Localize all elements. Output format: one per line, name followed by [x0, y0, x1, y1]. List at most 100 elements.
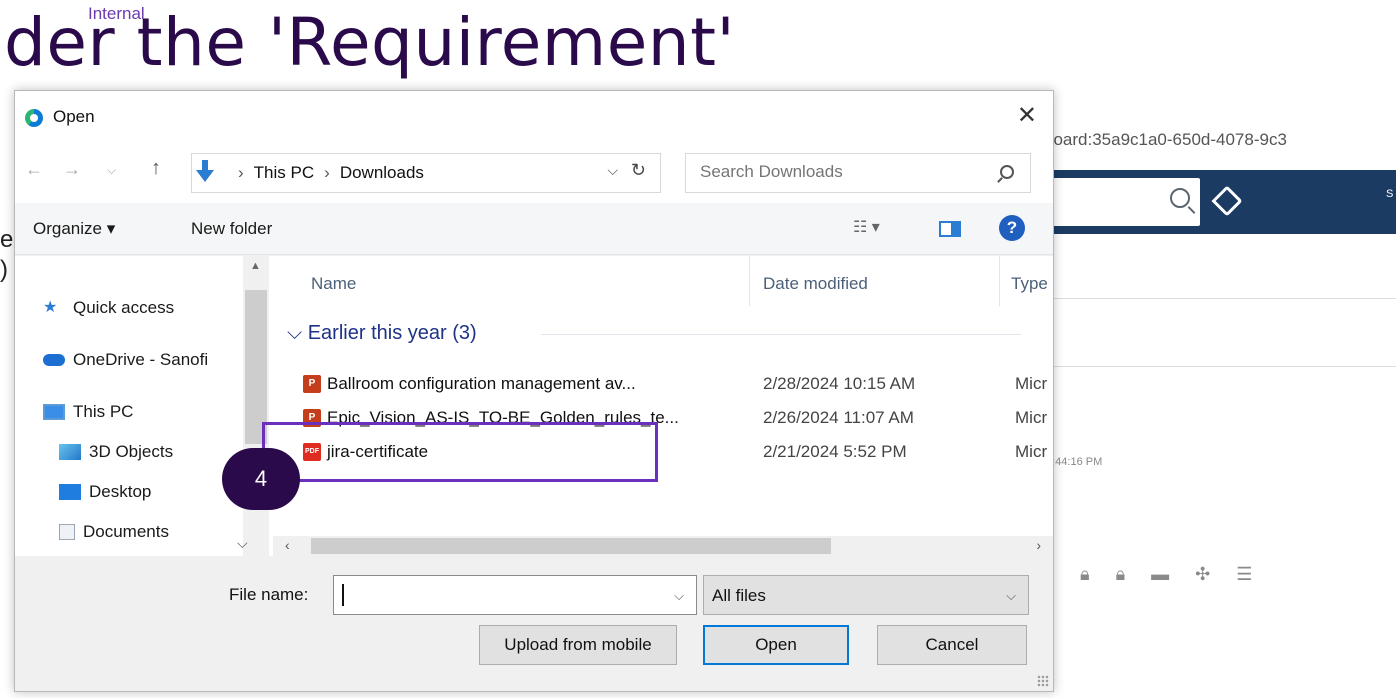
search-icon [1170, 188, 1190, 208]
documents-icon [59, 524, 75, 540]
background-header-letter: S [1386, 188, 1394, 200]
file-list: Name Date modified Type ⌵ Earlier this y… [273, 256, 1053, 556]
column-divider[interactable] [999, 256, 1000, 306]
horizontal-scrollbar[interactable]: ‹ › [273, 536, 1053, 556]
highlight-box [262, 422, 658, 482]
file-date: 2/26/2024 11:07 AM [763, 408, 914, 427]
organize-button[interactable]: Organize ▾ [33, 219, 115, 239]
nav-item-label: Quick access [73, 298, 175, 317]
chevron-down-icon[interactable]: ⌵ [607, 162, 618, 179]
star-icon: ★ [43, 299, 58, 316]
background-divider [1040, 366, 1396, 367]
step-badge: 4 [222, 448, 300, 510]
scroll-left-icon[interactable]: ‹ [285, 537, 290, 553]
preview-pane-icon[interactable] [939, 221, 961, 237]
breadcrumb-downloads[interactable]: Downloads [340, 163, 424, 182]
refresh-icon[interactable]: ↻ [631, 160, 646, 181]
file-type: Micr [1015, 408, 1048, 427]
powerpoint-file-icon: P [303, 375, 321, 393]
lock-icon[interactable]: 🔒︎ [1116, 564, 1126, 585]
nav-item-desktop[interactable]: Desktop [59, 482, 151, 502]
search-input[interactable] [700, 162, 980, 182]
file-type: Micr [1015, 442, 1048, 461]
dialog-titlebar: Open ✕ [15, 91, 1053, 143]
comment-icon[interactable]: ▬ [1151, 564, 1169, 585]
up-arrow-icon[interactable]: ↑ [151, 157, 161, 180]
file-date: 2/21/2024 5:52 PM [763, 442, 907, 461]
desktop-folder-icon [59, 484, 81, 500]
help-icon[interactable]: ? [999, 215, 1025, 241]
background-search-box[interactable] [1042, 178, 1200, 226]
background-url[interactable]: board:35a9c1a0-650d-4078-9c3 [1044, 130, 1287, 150]
background-divider [1040, 298, 1396, 299]
open-file-dialog: Open ✕ ← → ⌵ ↑ ›This PC›Downloads ⌵ ↻ Or… [14, 90, 1054, 692]
address-bar[interactable]: › This PC › Downloads ⌵ ↻ [191, 153, 661, 193]
column-header-type[interactable]: Type [1011, 274, 1048, 294]
scroll-thumb[interactable] [245, 290, 267, 444]
nav-item-documents[interactable]: Documents [59, 522, 169, 542]
slide-left-fragment-1: e [0, 226, 14, 253]
dialog-toolbar: Organize ▾ New folder ☷ ▾ ? [15, 203, 1053, 255]
nav-item-this-pc[interactable]: This PC [43, 402, 133, 422]
file-type-filter[interactable]: All files ⌵ [703, 575, 1029, 615]
download-folder-icon [196, 160, 214, 182]
dialog-title: Open [53, 107, 95, 126]
chevron-down-icon[interactable]: ⌵ [1006, 588, 1016, 604]
new-folder-button[interactable]: New folder [191, 219, 272, 239]
nav-scrollbar[interactable]: ▲ [243, 256, 269, 556]
search-box[interactable] [685, 153, 1031, 193]
file-date: 2/28/2024 10:15 AM [763, 374, 916, 393]
file-row[interactable]: P Ballroom configuration management av...… [303, 368, 1053, 400]
move-icon[interactable]: ✣ [1195, 564, 1210, 585]
chevron-down-icon[interactable]: ⌵ [674, 588, 684, 604]
scroll-thumb[interactable] [311, 538, 831, 554]
cancel-button[interactable]: Cancel [877, 625, 1027, 665]
back-arrow-icon[interactable]: ← [25, 159, 43, 180]
list-icon[interactable]: ☰ [1236, 564, 1252, 585]
text-cursor [342, 584, 344, 606]
navigation-row: ← → ⌵ ↑ › This PC › Downloads ⌵ ↻ [15, 143, 1053, 203]
file-name-label: File name: [229, 585, 309, 604]
column-header-name[interactable]: Name [311, 274, 356, 294]
breadcrumb-this-pc[interactable]: This PC [254, 163, 314, 182]
scroll-up-icon[interactable]: ▲ [250, 260, 261, 272]
group-divider [541, 334, 1021, 335]
scroll-right-icon[interactable]: › [1036, 537, 1041, 553]
group-header[interactable]: ⌵ Earlier this year (3) [287, 322, 477, 345]
nav-item-label: Documents [83, 522, 169, 541]
background-timestamp: 2:44:16 PM [1046, 456, 1103, 468]
file-name: Ballroom configuration management av... [327, 374, 636, 393]
nav-scroll-down-icon[interactable]: ⌵ [237, 535, 248, 552]
search-icon[interactable] [1000, 165, 1014, 179]
file-name-cell: P Ballroom configuration management av... [303, 374, 636, 394]
internal-label: Internal [88, 4, 145, 23]
file-type: Micr [1015, 374, 1048, 393]
nav-item-label: Desktop [89, 482, 152, 501]
nav-item-3d-objects[interactable]: 3D Objects [59, 442, 173, 462]
column-header-date-modified[interactable]: Date modified [763, 274, 868, 294]
group-label: Earlier this year (3) [307, 322, 477, 344]
breadcrumb: › This PC › Downloads [238, 163, 424, 182]
nav-item-label: 3D Objects [89, 442, 174, 461]
close-button[interactable]: ✕ [1017, 101, 1037, 130]
file-name-input[interactable]: ⌵ [333, 575, 697, 615]
resize-grip[interactable] [1037, 675, 1049, 687]
computer-icon [43, 404, 65, 420]
open-button[interactable]: Open [703, 625, 849, 665]
cloud-icon [43, 354, 65, 366]
nav-item-quick-access[interactable]: ★ Quick access [43, 298, 174, 318]
upload-from-mobile-button[interactable]: Upload from mobile [479, 625, 677, 665]
file-type-filter-value: All files [712, 586, 766, 605]
background-action-icons: 🔒︎ 🔒︎ ▬ ✣ ☰ [1080, 564, 1252, 585]
nav-item-label: OneDrive - Sanofi [73, 350, 209, 369]
lock-icon[interactable]: 🔒︎ [1080, 564, 1090, 585]
column-divider[interactable] [749, 256, 750, 306]
edge-logo-icon [25, 109, 43, 127]
nav-item-onedrive[interactable]: OneDrive - Sanofi [43, 350, 208, 370]
navigation-pane: ★ Quick access OneDrive - Sanofi This PC… [15, 256, 273, 556]
forward-arrow-icon[interactable]: → [63, 159, 81, 180]
slide-left-fragment-2: ) [0, 256, 8, 283]
view-options-icon[interactable]: ☷ ▾ [853, 217, 880, 237]
cube-icon [59, 444, 81, 460]
recent-locations-chevron-icon[interactable]: ⌵ [107, 163, 116, 178]
